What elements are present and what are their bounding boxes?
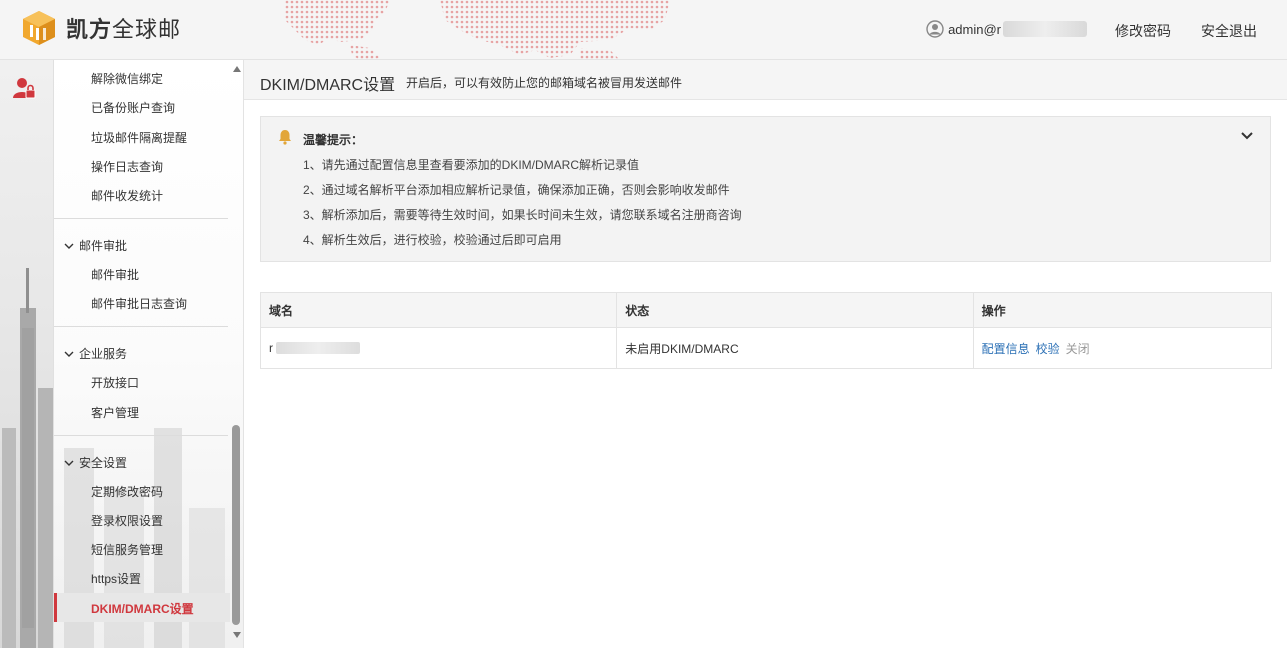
sidebar-group-mail-approval[interactable]: 邮件审批 — [64, 237, 127, 254]
user-lock-icon[interactable] — [12, 76, 36, 100]
status-cell: 未启用DKIM/DMARC — [617, 328, 974, 368]
sidebar-item-backup-accounts[interactable]: 已备份账户查询 — [91, 99, 175, 116]
menu-divider — [54, 326, 228, 327]
scrollbar-thumb[interactable] — [232, 425, 240, 625]
tips-title: 温馨提示： — [303, 133, 364, 147]
brand-name: 凯方全球邮 — [66, 17, 182, 42]
scroll-down-arrow-icon[interactable] — [233, 632, 241, 638]
tip-line: 2、通过域名解析平台添加相应解析记录值，确保添加正确，否则会影响收发邮件 — [303, 183, 730, 197]
sidebar-item-customer-mgmt[interactable]: 客户管理 — [91, 404, 139, 421]
chevron-down-icon[interactable] — [1240, 131, 1254, 141]
main-content: DKIM/DMARC设置 开启后，可以有效防止您的邮箱域名被冒用发送邮件 温馨提… — [244, 60, 1287, 648]
sidebar-item-operation-log[interactable]: 操作日志查询 — [91, 158, 163, 175]
user-email: admin@r — [948, 21, 1001, 37]
brand-logo[interactable]: 凯方全球邮 — [20, 9, 181, 47]
chevron-down-icon — [64, 243, 74, 249]
tip-line: 1、请先通过配置信息里查看要添加的DKIM/DMARC解析记录值 — [303, 158, 640, 172]
menu-divider — [54, 435, 228, 436]
user-avatar-icon — [926, 20, 944, 38]
config-info-link[interactable]: 配置信息 — [982, 340, 1030, 357]
sidebar-item-unbind-wechat[interactable]: 解除微信绑定 — [91, 70, 163, 87]
sidebar-item-https[interactable]: https设置 — [91, 570, 141, 587]
sidebar-group-security[interactable]: 安全设置 — [64, 454, 127, 471]
table-header: 域名 状态 操作 — [261, 293, 1271, 328]
user-account[interactable]: admin@r — [926, 20, 1087, 38]
sidebar-item-mail-stats[interactable]: 邮件收发统计 — [91, 187, 163, 204]
redacted-domain-mask — [276, 342, 360, 354]
world-map-decoration — [285, 0, 670, 59]
actions-cell: 配置信息 校验 关闭 — [974, 328, 1271, 368]
page-subtitle: 开启后，可以有效防止您的邮箱域名被冒用发送邮件 — [406, 76, 683, 90]
domain-prefix: r — [269, 341, 273, 355]
close-link[interactable]: 关闭 — [1066, 340, 1090, 357]
sidebar-scrollbar[interactable] — [232, 60, 242, 648]
column-header-actions: 操作 — [981, 303, 1006, 318]
sidebar-menu: 解除微信绑定 已备份账户查询 垃圾邮件隔离提醒 操作日志查询 邮件收发统计 邮件… — [54, 60, 244, 648]
domain-cell: r — [261, 328, 618, 368]
sidebar-group-enterprise[interactable]: 企业服务 — [64, 345, 127, 362]
tips-panel: 温馨提示： 1、请先通过配置信息里查看要添加的DKIM/DMARC解析记录值 2… — [260, 116, 1271, 262]
sidebar-item-login-permission[interactable]: 登录权限设置 — [91, 512, 163, 529]
chevron-down-icon — [64, 460, 74, 466]
menu-divider — [54, 218, 228, 219]
bell-icon — [279, 130, 291, 145]
tip-line: 4、解析生效后，进行校验，校验通过后即可启用 — [303, 233, 562, 247]
scroll-up-arrow-icon[interactable] — [233, 66, 241, 72]
top-header: 凯方全球邮 admin@r 修改密码 安全退出 — [0, 0, 1287, 60]
sidebar-item-sms-service[interactable]: 短信服务管理 — [91, 541, 163, 558]
page-title-bar: DKIM/DMARC设置 开启后，可以有效防止您的邮箱域名被冒用发送邮件 — [244, 60, 1287, 100]
table-row: r 未启用DKIM/DMARC 配置信息 校验 关闭 — [261, 328, 1271, 368]
sidebar-item-approval-log[interactable]: 邮件审批日志查询 — [91, 295, 187, 312]
group-label: 安全设置 — [79, 456, 128, 470]
sidebar-item-open-api[interactable]: 开放接口 — [91, 374, 139, 391]
group-label: 邮件审批 — [79, 239, 128, 253]
chevron-down-icon — [64, 351, 74, 357]
left-icon-strip — [0, 60, 54, 648]
group-label: 企业服务 — [79, 347, 128, 361]
sidebar-item-mail-approval[interactable]: 邮件审批 — [91, 266, 139, 283]
page-title: DKIM/DMARC设置 — [260, 77, 396, 94]
sidebar-item-spam-quarantine[interactable]: 垃圾邮件隔离提醒 — [91, 129, 187, 146]
change-password-link[interactable]: 修改密码 — [1115, 21, 1171, 41]
domain-table: 域名 状态 操作 r 未启用DKIM/DMARC 配置信息 校验 关闭 — [260, 292, 1272, 369]
logout-link[interactable]: 安全退出 — [1201, 21, 1257, 41]
city-skyline-decoration — [2, 268, 53, 648]
column-header-status: 状态 — [617, 293, 974, 327]
logo-cube-icon — [23, 11, 55, 45]
sidebar-item-label: DKIM/DMARC设置 — [91, 602, 194, 616]
sidebar-item-dkim-dmarc[interactable]: DKIM/DMARC设置 — [54, 593, 230, 622]
sidebar-item-periodic-password[interactable]: 定期修改密码 — [91, 483, 163, 500]
column-header-domain: 域名 — [261, 293, 618, 327]
redacted-email-mask — [1003, 21, 1087, 37]
tip-line: 3、解析添加后，需要等待生效时间，如果长时间未生效，请您联系域名注册商咨询 — [303, 208, 742, 222]
verify-link[interactable]: 校验 — [1036, 340, 1060, 357]
